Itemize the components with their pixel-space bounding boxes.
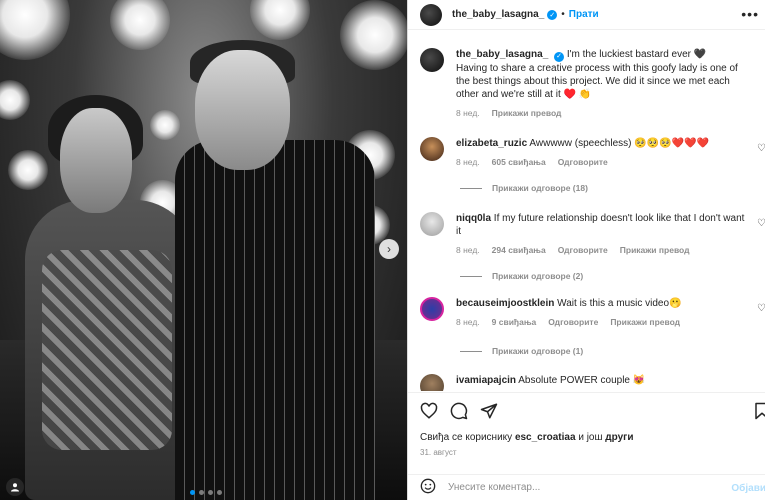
carousel-dot xyxy=(217,490,222,495)
comment-username[interactable]: ivamiapajcin xyxy=(456,375,516,386)
heart-icon[interactable]: ♡ xyxy=(757,218,765,229)
reply-button[interactable]: Одговорите xyxy=(558,244,608,257)
author-username[interactable]: the_baby_lasagna_ xyxy=(452,9,544,20)
heart-icon[interactable] xyxy=(418,400,440,422)
post-sidebar: the_baby_lasagna_ ✓ • Прати ••• the_baby… xyxy=(407,0,765,500)
reply-button[interactable]: Одговорите xyxy=(548,316,598,329)
comment-username[interactable]: elizabeta_ruzic xyxy=(456,138,527,149)
author-avatar[interactable] xyxy=(420,48,444,72)
replies-divider xyxy=(460,275,482,277)
view-replies-label: Прикажи одговоре (1) xyxy=(492,346,584,356)
comment-text: Wait is this a music video🫢 xyxy=(557,298,682,309)
comment-likes[interactable]: 294 свиђања xyxy=(492,244,546,257)
bookmark-icon[interactable] xyxy=(754,402,765,423)
comment-time: 8 нед. xyxy=(456,317,480,327)
likes-summary: Свиђа се кориснику esc_croatiaa и још др… xyxy=(420,432,633,443)
post-photo[interactable]: › xyxy=(0,0,407,500)
likes-others[interactable]: други xyxy=(605,432,633,443)
woman-dress xyxy=(42,250,172,450)
comment-composer: Објави xyxy=(408,474,765,500)
verified-badge-icon: ✓ xyxy=(547,9,558,20)
caption-line-2: Having to share a creative process with … xyxy=(456,62,738,100)
view-replies-button[interactable]: Прикажи одговоре (1) xyxy=(460,346,583,356)
comment-item: elizabeta_ruzic Awwwww (speechless) 🥺🥺🥺❤… xyxy=(420,137,765,169)
carousel-dot xyxy=(208,490,213,495)
commenter-avatar[interactable] xyxy=(420,137,444,161)
caption-time: 8 нед. xyxy=(456,107,480,118)
stage-light xyxy=(110,0,170,50)
post-actions xyxy=(408,392,765,428)
tagged-users-icon[interactable] xyxy=(6,478,24,496)
likes-prefix: Свиђа се кориснику xyxy=(420,432,513,443)
author-avatar[interactable] xyxy=(420,3,442,26)
stage-light xyxy=(8,150,48,190)
commenter-avatar[interactable] xyxy=(420,297,444,321)
likes-user[interactable]: esc_croatiaa xyxy=(515,432,576,443)
reply-button[interactable]: Одговорите xyxy=(558,156,608,169)
stage-light xyxy=(150,110,180,140)
more-options-icon[interactable]: ••• xyxy=(741,6,759,22)
caption-username[interactable]: the_baby_lasagna_ xyxy=(456,49,548,60)
view-replies-label: Прикажи одговоре (2) xyxy=(492,271,584,281)
comment-text: Awwwww (speechless) 🥺🥺🥺❤️❤️❤️ xyxy=(529,138,709,149)
comment-item: becauseimjoostklein Wait is this a music… xyxy=(420,297,765,329)
man-figure xyxy=(175,140,375,500)
commenter-avatar[interactable] xyxy=(420,374,444,391)
comments-list[interactable]: the_baby_lasagna_ ✓ I'm the luckiest bas… xyxy=(408,31,765,391)
carousel-dot xyxy=(199,490,204,495)
comment-likes[interactable]: 9 свиђања xyxy=(492,316,537,329)
translate-link[interactable]: Прикажи превод xyxy=(620,244,690,257)
man-head xyxy=(195,50,290,170)
verified-badge-icon: ✓ xyxy=(554,51,565,62)
heart-icon[interactable]: ♡ xyxy=(757,143,765,154)
separator-dot: • xyxy=(561,9,565,20)
heart-icon[interactable]: ♡ xyxy=(757,303,765,314)
comment-input[interactable] xyxy=(448,482,708,493)
translate-link[interactable]: Прикажи превод xyxy=(610,316,680,329)
comment-username[interactable]: niqq0la xyxy=(456,213,491,224)
post-comment-button[interactable]: Објави xyxy=(731,483,765,494)
post-header: the_baby_lasagna_ ✓ • Прати ••• xyxy=(408,0,765,30)
comment-time: 8 нед. xyxy=(456,245,480,255)
comment-username[interactable]: becauseimjoostklein xyxy=(456,298,554,309)
comment-time: 8 нед. xyxy=(456,157,480,167)
likes-mid: и још xyxy=(578,432,603,443)
emoji-icon[interactable] xyxy=(420,478,436,497)
comment-icon[interactable] xyxy=(448,400,470,422)
post-date: 31. август xyxy=(420,448,457,457)
stage-light xyxy=(0,80,30,120)
share-icon[interactable] xyxy=(478,400,500,422)
replies-divider xyxy=(460,350,482,352)
caption-line-1: I'm the luckiest bastard ever 🖤 xyxy=(566,49,707,60)
woman-head xyxy=(60,108,132,213)
stage-light xyxy=(0,0,70,60)
carousel-next-button[interactable]: › xyxy=(379,239,399,259)
translate-link[interactable]: Прикажи превод xyxy=(492,107,562,120)
comment-item: niqq0la If my future relationship doesn'… xyxy=(420,212,765,257)
follow-button[interactable]: Прати xyxy=(569,9,599,20)
view-replies-button[interactable]: Прикажи одговоре (18) xyxy=(460,183,588,193)
stage-light xyxy=(340,0,407,70)
carousel-dots xyxy=(190,490,222,495)
replies-divider xyxy=(460,187,482,189)
comment-text: Absolute POWER couple 😻 xyxy=(518,375,646,386)
comment-likes[interactable]: 605 свиђања xyxy=(492,156,546,169)
commenter-avatar[interactable] xyxy=(420,212,444,236)
view-replies-label: Прикажи одговоре (18) xyxy=(492,183,588,193)
view-replies-button[interactable]: Прикажи одговоре (2) xyxy=(460,271,583,281)
comment-item: ivamiapajcin Absolute POWER couple 😻 xyxy=(420,374,765,391)
comment-text: If my future relationship doesn't look l… xyxy=(456,213,745,237)
carousel-dot xyxy=(190,490,195,495)
stage-light xyxy=(250,0,310,40)
caption: the_baby_lasagna_ ✓ I'm the luckiest bas… xyxy=(420,48,746,120)
